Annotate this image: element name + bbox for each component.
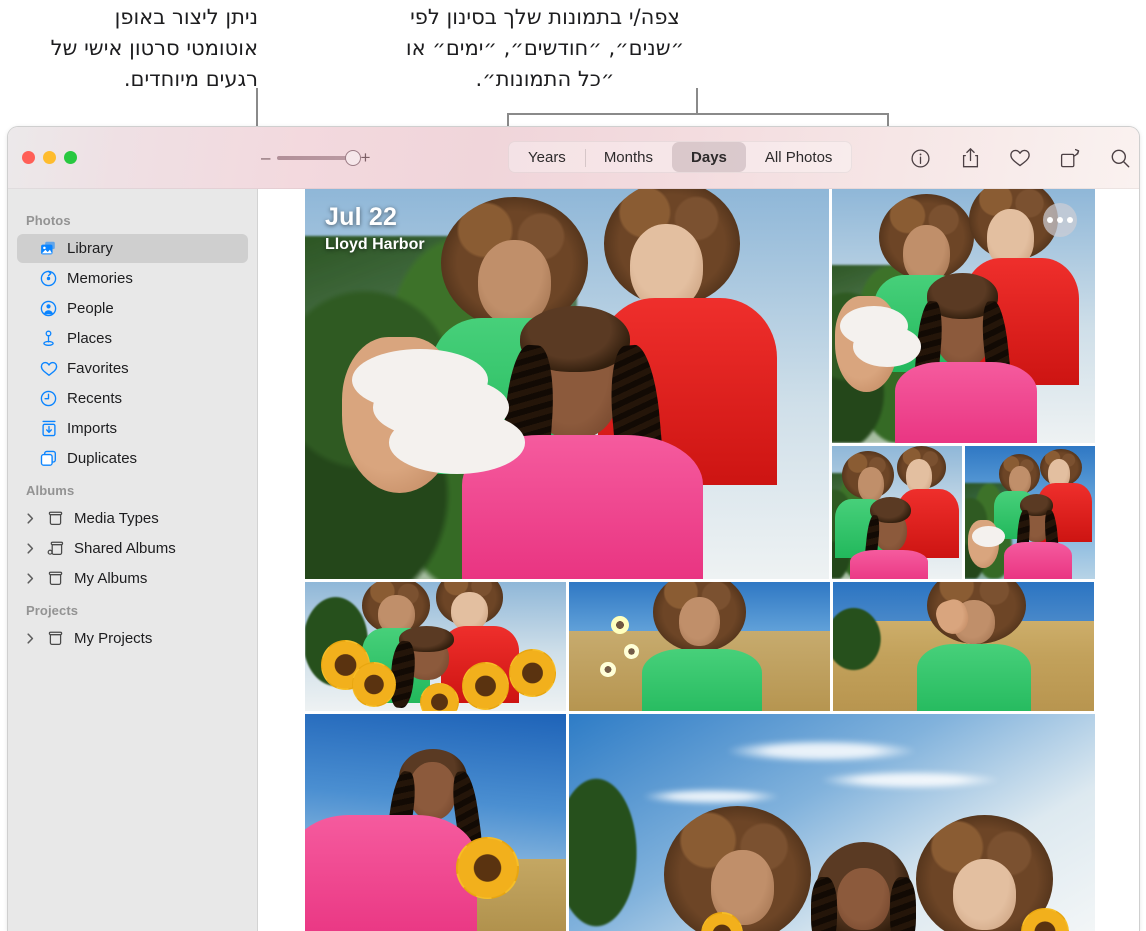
zoom-in-icon[interactable]: + — [360, 149, 370, 166]
album-box-icon — [46, 629, 65, 648]
sidebar: Photos Library Memories People Places Fa… — [8, 189, 258, 931]
sidebar-item-label: Shared Albums — [74, 540, 176, 557]
leader-line-right-stem — [696, 88, 698, 114]
sidebar-item-label: People — [67, 300, 114, 317]
sidebar-item-label: Library — [67, 240, 113, 257]
shared-album-box-icon — [46, 539, 65, 558]
photos-app-window: – + Years Months Days All Photos Photos … — [7, 126, 1140, 931]
sidebar-item-label: Recents — [67, 390, 123, 407]
slider-track[interactable] — [277, 149, 362, 166]
clock-icon — [39, 389, 58, 408]
import-icon — [39, 419, 58, 438]
photo-sky-trio-wide[interactable] — [569, 714, 1095, 931]
chevron-right-icon[interactable] — [23, 573, 37, 584]
sidebar-section-photos-header: Photos — [26, 213, 71, 228]
sidebar-item-imports[interactable]: Imports — [17, 414, 248, 443]
tab-months[interactable]: Months — [584, 142, 672, 172]
sidebar-item-my-projects[interactable]: My Projects — [17, 624, 248, 653]
heart-icon — [39, 359, 58, 378]
toolbar: – + Years Months Days All Photos — [8, 127, 1139, 189]
sidebar-item-places[interactable]: Places — [17, 324, 248, 353]
close-button[interactable] — [22, 151, 35, 164]
chevron-right-icon[interactable] — [23, 633, 37, 644]
tab-years[interactable]: Years — [509, 142, 585, 172]
sidebar-item-label: Media Types — [74, 510, 159, 527]
library-icon — [39, 239, 58, 258]
sidebar-item-label: Imports — [67, 420, 118, 437]
photo-three-friends-sky[interactable] — [832, 189, 1095, 443]
sidebar-item-my-albums[interactable]: My Albums — [17, 564, 248, 593]
zoom-out-icon[interactable]: – — [261, 149, 270, 166]
tab-days[interactable]: Days — [672, 142, 746, 172]
sidebar-item-memories[interactable]: Memories — [17, 264, 248, 293]
sidebar-item-duplicates[interactable]: Duplicates — [17, 444, 248, 473]
sidebar-item-library[interactable]: Library — [17, 234, 248, 263]
zoom-button[interactable] — [64, 151, 77, 164]
places-pin-icon — [39, 329, 58, 348]
annotation-right-text: צפה/י בתמונות שלך בסינון לפי ״שנים״, ״חו… — [405, 5, 685, 91]
sidebar-section-projects-header: Projects — [26, 603, 79, 618]
window-controls — [8, 151, 118, 164]
sidebar-item-label: Places — [67, 330, 113, 347]
sidebar-item-label: My Projects — [74, 630, 153, 647]
leader-bracket-right-tick — [887, 113, 889, 126]
grid-row-2 — [832, 446, 1095, 579]
sidebar-item-favorites[interactable]: Favorites — [17, 354, 248, 383]
thumbnail-size-slider[interactable]: – + — [261, 149, 370, 166]
chevron-right-icon[interactable] — [23, 513, 37, 524]
sidebar-item-label: Favorites — [67, 360, 129, 377]
tab-all-photos[interactable]: All Photos — [746, 142, 852, 172]
grid-row-4 — [305, 714, 1095, 931]
chevron-right-icon[interactable] — [23, 543, 37, 554]
duplicates-icon — [39, 449, 58, 468]
photo-field-portrait[interactable] — [569, 582, 830, 711]
photo-trio-closeup[interactable] — [832, 446, 962, 579]
search-icon[interactable] — [1108, 146, 1132, 170]
photo-trio-braid[interactable] — [965, 446, 1095, 579]
sidebar-item-label: My Albums — [74, 570, 148, 587]
grid-row-1: Jul 22 Lloyd Harbor — [305, 189, 1095, 579]
grid-row-3 — [305, 582, 1095, 711]
favorite-heart-icon[interactable] — [1008, 146, 1032, 170]
view-mode-segmented-control[interactable]: Years Months Days All Photos — [508, 141, 853, 173]
sidebar-item-media-types[interactable]: Media Types — [17, 504, 248, 533]
toolbar-actions — [908, 127, 1132, 189]
sidebar-item-label: Duplicates — [67, 450, 138, 467]
photo-sunflower-trio[interactable] — [305, 582, 566, 711]
sidebar-section-albums-header: Albums — [26, 483, 75, 498]
sidebar-item-label: Memories — [67, 270, 133, 287]
album-box-icon — [46, 569, 65, 588]
memories-icon — [39, 269, 58, 288]
share-icon[interactable] — [958, 146, 982, 170]
rotate-icon[interactable] — [1058, 146, 1082, 170]
sidebar-item-people[interactable]: People — [17, 294, 248, 323]
leader-bracket-left-tick — [507, 113, 509, 126]
photo-sunflower-solo[interactable] — [305, 714, 566, 931]
photo-hero-three-friends[interactable]: Jul 22 Lloyd Harbor — [305, 189, 829, 579]
slider-thumb[interactable] — [345, 149, 362, 166]
sidebar-item-shared-albums[interactable]: Shared Albums — [17, 534, 248, 563]
album-box-icon — [46, 509, 65, 528]
photo-grid: Jul 22 Lloyd Harbor — [259, 189, 1139, 931]
minimize-button[interactable] — [43, 151, 56, 164]
sidebar-item-recents[interactable]: Recents — [17, 384, 248, 413]
photo-hand-on-face[interactable] — [833, 582, 1094, 711]
info-icon[interactable] — [908, 146, 932, 170]
annotation-left-text: ניתן ליצור באופן אוטומטי סרטון אישי של ר… — [50, 5, 258, 91]
leader-bracket-top — [507, 113, 889, 115]
people-icon — [39, 299, 58, 318]
more-options-button[interactable] — [1043, 203, 1077, 237]
